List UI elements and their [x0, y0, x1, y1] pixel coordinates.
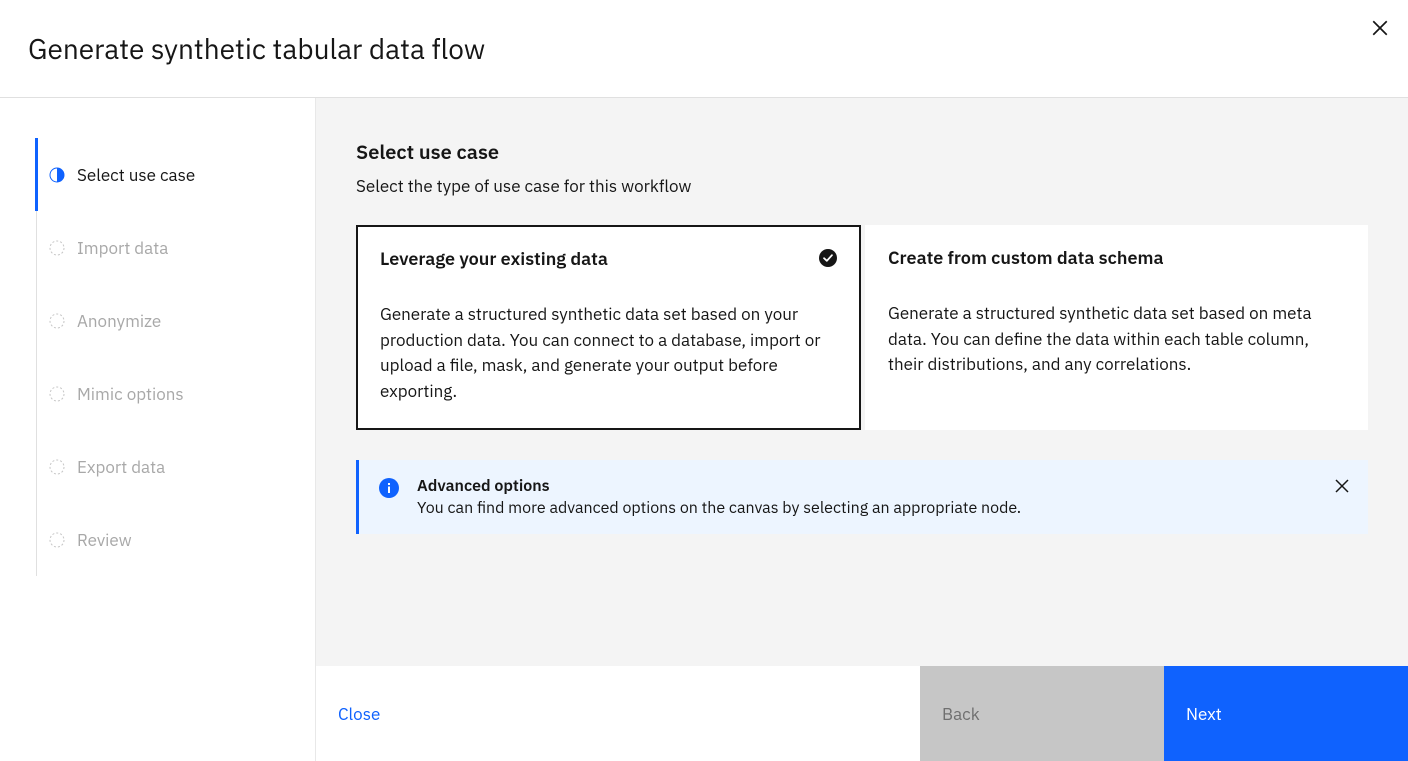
- use-case-cards: Leverage your existing data Generate a s…: [356, 225, 1368, 430]
- step-label: Anonymize: [77, 310, 161, 332]
- info-icon: [379, 478, 399, 498]
- step-label: Export data: [77, 456, 165, 478]
- main-panel: Select use case Select the type of use c…: [316, 98, 1408, 761]
- modal-title: Generate synthetic tabular data flow: [28, 30, 485, 67]
- section-title: Select use case: [356, 138, 1368, 165]
- next-button[interactable]: Next: [1164, 666, 1408, 761]
- card-leverage-existing-data[interactable]: Leverage your existing data Generate a s…: [356, 225, 861, 430]
- modal-body: Select use case Import data Anonymize Mi…: [0, 98, 1408, 761]
- step-pending-icon: [49, 313, 65, 329]
- info-body: You can find more advanced options on th…: [417, 498, 1332, 518]
- step-select-use-case[interactable]: Select use case: [35, 138, 315, 211]
- step-pending-icon: [49, 532, 65, 548]
- modal-header: Generate synthetic tabular data flow: [0, 0, 1408, 98]
- step-anonymize[interactable]: Anonymize: [37, 284, 315, 357]
- card-header: Leverage your existing data: [380, 247, 837, 270]
- step-export-data[interactable]: Export data: [37, 430, 315, 503]
- step-pending-icon: [49, 459, 65, 475]
- step-list: Select use case Import data Anonymize Mi…: [36, 138, 315, 576]
- card-custom-data-schema[interactable]: Create from custom data schema Generate …: [865, 225, 1368, 430]
- step-label: Mimic options: [77, 383, 184, 405]
- modal-footer: Close Back Next: [316, 666, 1408, 761]
- content-area: Select use case Select the type of use c…: [316, 98, 1408, 666]
- card-description: Generate a structured synthetic data set…: [380, 302, 837, 404]
- step-label: Import data: [77, 237, 168, 259]
- back-button: Back: [920, 666, 1164, 761]
- card-title: Leverage your existing data: [380, 247, 608, 270]
- step-pending-icon: [49, 240, 65, 256]
- info-notification: Advanced options You can find more advan…: [356, 460, 1368, 534]
- step-import-data[interactable]: Import data: [37, 211, 315, 284]
- card-description: Generate a structured synthetic data set…: [888, 301, 1345, 378]
- section-subtitle: Select the type of use case for this wor…: [356, 175, 1368, 197]
- step-review[interactable]: Review: [37, 503, 315, 576]
- close-icon[interactable]: [1332, 476, 1352, 496]
- next-button-label: Next: [1186, 703, 1222, 725]
- close-button-label: Close: [338, 703, 380, 725]
- step-sidebar: Select use case Import data Anonymize Mi…: [0, 98, 316, 761]
- step-label: Select use case: [77, 164, 195, 186]
- step-label: Review: [77, 529, 132, 551]
- close-icon[interactable]: [1370, 18, 1390, 38]
- card-header: Create from custom data schema: [888, 246, 1345, 269]
- close-button[interactable]: Close: [316, 666, 920, 761]
- info-text: Advanced options You can find more advan…: [417, 476, 1332, 518]
- step-current-icon: [49, 167, 65, 183]
- step-pending-icon: [49, 386, 65, 402]
- info-title: Advanced options: [417, 476, 1332, 496]
- card-title: Create from custom data schema: [888, 246, 1164, 269]
- step-mimic-options[interactable]: Mimic options: [37, 357, 315, 430]
- back-button-label: Back: [942, 703, 980, 725]
- check-filled-icon: [819, 249, 837, 267]
